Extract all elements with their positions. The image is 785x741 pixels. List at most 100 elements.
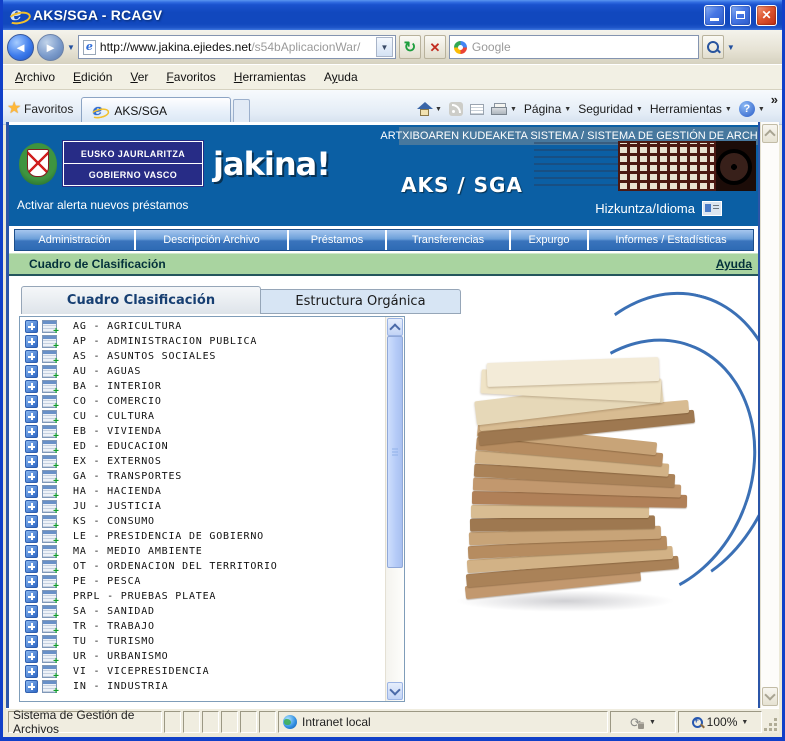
add-node-icon[interactable]	[42, 470, 59, 487]
add-node-icon[interactable]	[42, 680, 59, 697]
tree-item[interactable]: AS - ASUNTOS SOCIALES	[20, 349, 386, 367]
refresh-button[interactable]: ↻	[398, 35, 421, 59]
new-tab-button[interactable]	[233, 99, 251, 124]
forward-button[interactable]: ►	[37, 33, 64, 61]
menu-ver[interactable]: Ver	[122, 68, 156, 86]
tree-item[interactable]: UR - URBANISMO	[20, 649, 386, 667]
expand-icon[interactable]	[25, 350, 38, 363]
tree-item[interactable]: AU - AGUAS	[20, 364, 386, 382]
add-node-icon[interactable]	[42, 380, 59, 397]
tree-item[interactable]: TU - TURISMO	[20, 634, 386, 652]
expand-icon[interactable]	[25, 380, 38, 393]
expand-icon[interactable]	[25, 590, 38, 603]
expand-icon[interactable]	[25, 635, 38, 648]
tree-scroll-down-button[interactable]	[387, 682, 403, 700]
expand-icon[interactable]	[25, 470, 38, 483]
tree-item[interactable]: GA - TRANSPORTES	[20, 469, 386, 487]
nav-informes-estadisticas[interactable]: Informes / Estadísticas	[589, 230, 753, 250]
expand-icon[interactable]	[25, 575, 38, 588]
expand-icon[interactable]	[25, 545, 38, 558]
expand-icon[interactable]	[25, 410, 38, 423]
expand-icon[interactable]	[25, 680, 38, 693]
add-node-icon[interactable]	[42, 605, 59, 622]
add-node-icon[interactable]	[42, 620, 59, 637]
tree-item[interactable]: AG - AGRICULTURA	[20, 319, 386, 337]
expand-icon[interactable]	[25, 365, 38, 378]
home-button[interactable]: ▼	[417, 101, 442, 116]
feed-icon[interactable]	[448, 102, 463, 116]
tree-item[interactable]: MA - MEDIO AMBIENTE	[20, 544, 386, 562]
add-node-icon[interactable]	[42, 665, 59, 682]
add-node-icon[interactable]	[42, 545, 59, 562]
page-menu-button[interactable]: Página ▼	[524, 102, 571, 116]
tree-scrollbar[interactable]	[385, 317, 404, 701]
add-node-icon[interactable]	[42, 590, 59, 607]
menu-edicion[interactable]: Edición	[65, 68, 120, 86]
add-node-icon[interactable]	[42, 350, 59, 367]
expand-icon[interactable]	[25, 620, 38, 633]
nav-descripcion-archivo[interactable]: Descripción Archivo	[136, 230, 289, 250]
tab-estructura-organica[interactable]: Estructura Orgánica	[261, 289, 461, 314]
menu-favoritos[interactable]: Favoritos	[158, 68, 223, 86]
tree-item[interactable]: JU - JUSTICIA	[20, 499, 386, 517]
expand-icon[interactable]	[25, 500, 38, 513]
expand-icon[interactable]	[25, 530, 38, 543]
tree-item[interactable]: ED - EDUCACION	[20, 439, 386, 457]
add-node-icon[interactable]	[42, 410, 59, 427]
minimize-button[interactable]	[704, 4, 725, 26]
add-node-icon[interactable]	[42, 485, 59, 502]
print-button[interactable]: ▼	[490, 102, 517, 116]
expand-icon[interactable]	[25, 665, 38, 678]
nav-transferencias[interactable]: Transferencias	[387, 230, 511, 250]
resize-grip[interactable]	[764, 711, 779, 733]
menu-herramientas[interactable]: Herramientas	[226, 68, 314, 86]
tree-item[interactable]: TR - TRABAJO	[20, 619, 386, 637]
tab-cuadro-clasificacion[interactable]: Cuadro Clasificación	[21, 286, 261, 314]
url-input[interactable]: http://www.jakina.ejiedes.net/s54bAplica…	[77, 35, 396, 59]
menu-archivo[interactable]: Archivo	[7, 68, 63, 86]
search-options-icon[interactable]: ▼	[727, 43, 735, 52]
add-node-icon[interactable]	[42, 635, 59, 652]
add-node-icon[interactable]	[42, 530, 59, 547]
stop-button[interactable]: ✕	[423, 35, 446, 59]
add-node-icon[interactable]	[42, 515, 59, 532]
back-button[interactable]: ◄	[7, 33, 34, 61]
nav-prestamos[interactable]: Préstamos	[289, 230, 387, 250]
add-node-icon[interactable]	[42, 395, 59, 412]
tree-item[interactable]: PE - PESCA	[20, 574, 386, 592]
tree-item[interactable]: IN - INDUSTRIA	[20, 679, 386, 697]
favorites-button[interactable]: Favoritos	[5, 96, 81, 124]
menu-ayuda[interactable]: Ayuda	[316, 68, 366, 86]
tree-scrollbar-thumb[interactable]	[387, 336, 403, 568]
page-scrollbar[interactable]	[760, 122, 779, 708]
tree-item[interactable]: OT - ORDENACION DEL TERRITORIO	[20, 559, 386, 577]
expand-icon[interactable]	[25, 455, 38, 468]
tools-menu-button[interactable]: Herramientas ▼	[650, 102, 732, 116]
expand-icon[interactable]	[25, 515, 38, 528]
add-node-icon[interactable]	[42, 440, 59, 457]
page-scroll-down-button[interactable]	[762, 687, 778, 706]
browser-tab[interactable]: e AKS/SGA	[81, 97, 232, 124]
tree-item[interactable]: EX - EXTERNOS	[20, 454, 386, 472]
expand-icon[interactable]	[25, 440, 38, 453]
toolbar-overflow-button[interactable]: »	[771, 90, 780, 107]
search-button[interactable]	[701, 35, 724, 59]
tree-item[interactable]: AP - ADMINISTRACION PUBLICA	[20, 334, 386, 352]
add-node-icon[interactable]	[42, 425, 59, 442]
expand-icon[interactable]	[25, 320, 38, 333]
help-link[interactable]: Ayuda	[716, 257, 752, 271]
security-menu-button[interactable]: Seguridad ▼	[578, 102, 643, 116]
expand-icon[interactable]	[25, 335, 38, 348]
maximize-button[interactable]	[730, 4, 751, 26]
tree-item[interactable]: KS - CONSUMO	[20, 514, 386, 532]
add-node-icon[interactable]	[42, 365, 59, 382]
expand-icon[interactable]	[25, 560, 38, 573]
tree-item[interactable]: SA - SANIDAD	[20, 604, 386, 622]
tree-scroll-up-button[interactable]	[387, 318, 403, 336]
expand-icon[interactable]	[25, 605, 38, 618]
history-dropdown-icon[interactable]: ▼	[67, 43, 75, 52]
add-node-icon[interactable]	[42, 500, 59, 517]
expand-icon[interactable]	[25, 485, 38, 498]
close-button[interactable]: ✕	[756, 4, 777, 26]
add-node-icon[interactable]	[42, 335, 59, 352]
